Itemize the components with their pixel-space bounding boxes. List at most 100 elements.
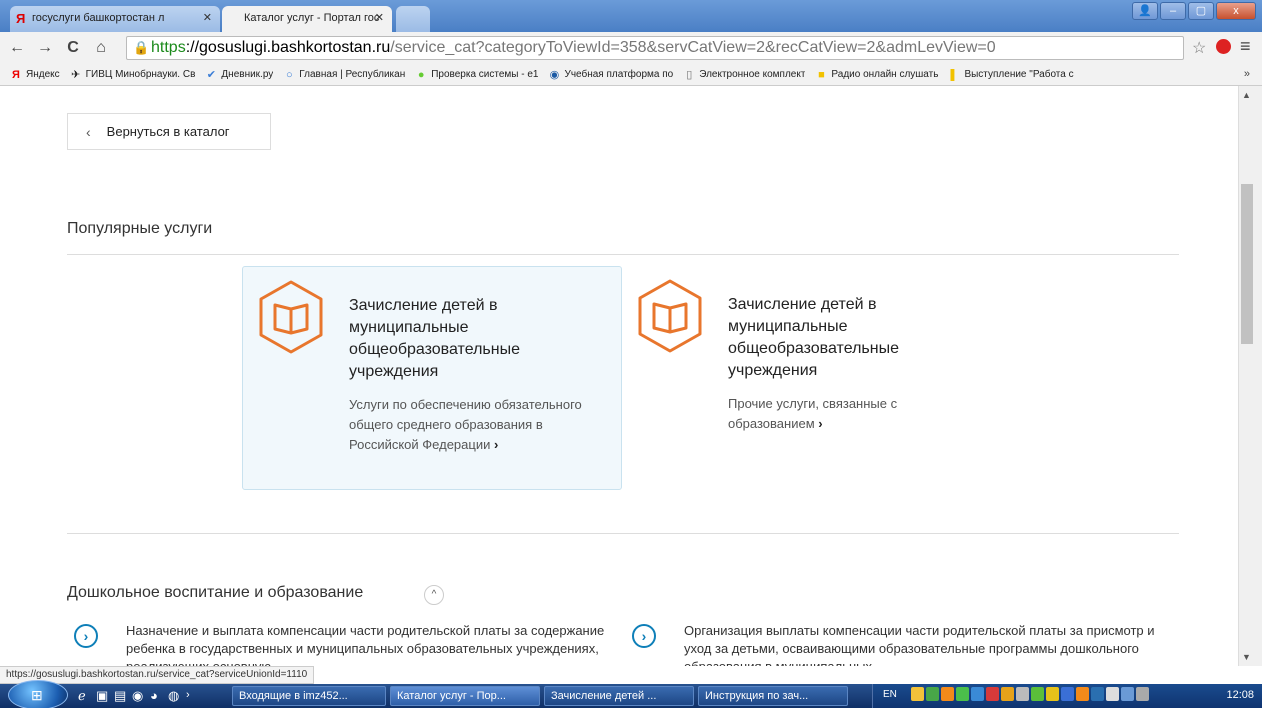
maximize-button[interactable]: ▢ <box>1188 2 1214 20</box>
bookmark-star-icon[interactable]: ☆ <box>1192 38 1206 58</box>
start-button[interactable]: ⊞ <box>8 680 68 708</box>
ie-icon[interactable]: ℯ <box>78 688 86 704</box>
menu-icon[interactable]: ≡ <box>1240 36 1251 57</box>
popular-services-title: Популярные услуги <box>67 220 213 237</box>
mail-icon[interactable] <box>911 687 924 701</box>
tab-gosuslugi[interactable]: Я госуслуги башкортостан л ✕ <box>10 6 220 32</box>
url-path: /service_cat?categoryToViewId=358&servCa… <box>390 39 996 56</box>
tab-label: Каталог услуг - Портал гос <box>244 12 380 24</box>
collapse-chevron-up-icon[interactable]: ^ <box>424 585 444 605</box>
bookmarks-bar: Я Яндекс ✈ ГИВЦ Минобрнауки. Св ✔ Дневник.р… <box>0 64 1262 86</box>
bookmark-item[interactable]: ○ Главная | Республикан <box>283 69 405 81</box>
bookmark-icon: ○ <box>285 68 293 81</box>
tray-app-icon[interactable] <box>971 687 984 701</box>
bookmark-icon: ▌ <box>950 68 959 81</box>
bookmark-item[interactable]: ◉ Учебная платформа по <box>548 68 674 81</box>
service-link[interactable]: Организация выплаты компенсации части ро… <box>684 622 1174 666</box>
tray-app-icon[interactable] <box>1001 687 1014 701</box>
bookmark-item[interactable]: Я Яндекс <box>10 69 60 81</box>
service-card[interactable]: Зачисление детей в муниципальные общеобр… <box>622 266 1002 490</box>
tab-close-icon[interactable]: ✕ <box>375 11 384 24</box>
tray-app-icon[interactable] <box>1061 687 1074 701</box>
close-window-button[interactable]: x <box>1216 2 1256 20</box>
tray-app-icon[interactable] <box>1076 687 1089 701</box>
quicklaunch-more-icon[interactable]: › <box>186 689 190 701</box>
network-icon[interactable] <box>1091 687 1104 701</box>
home-icon[interactable]: ⌂ <box>90 39 112 57</box>
url-host: ://gosuslugi.bashkortostan.ru <box>185 39 391 56</box>
scrollbar-thumb[interactable] <box>1241 184 1253 344</box>
bookmark-icon: ■ <box>818 68 825 81</box>
agent-icon[interactable] <box>926 687 939 701</box>
scroll-up-arrow-icon[interactable]: ▲ <box>1242 90 1251 100</box>
tray-app-icon[interactable] <box>1046 687 1059 701</box>
bookmark-item[interactable]: ▯ Электронное комплект <box>683 68 805 81</box>
service-card[interactable]: Зачисление детей в муниципальные общеобр… <box>242 266 622 490</box>
windows-taskbar: ⊞ ℯ ▣ ▤ ◉ ◕ ◍ › Входящие в imz452... Кат… <box>0 680 1262 708</box>
bookmark-label: Учебная платформа по <box>564 69 674 80</box>
bookmark-label: Проверка системы - е1 <box>431 69 539 80</box>
taskbar-item[interactable]: Зачисление детей ... <box>544 686 694 706</box>
windows-logo-icon: ⊞ <box>31 687 43 703</box>
clock[interactable]: 12:08 <box>1226 689 1254 701</box>
extension-icon[interactable] <box>1216 39 1231 54</box>
book-icon <box>259 280 323 354</box>
bookmark-item[interactable]: ● Проверка системы - е1 <box>415 68 539 81</box>
bookmarks-more-icon[interactable]: » <box>1244 68 1250 80</box>
bookmark-item[interactable]: ✈ ГИВЦ Минобрнауки. Св <box>70 68 195 81</box>
scroll-down-arrow-icon[interactable]: ▼ <box>1242 652 1251 662</box>
bookmark-item[interactable]: ✔ Дневник.ру <box>205 68 274 81</box>
back-arrow-icon[interactable]: ← <box>6 39 28 57</box>
arrow-right-circle-icon: › <box>632 624 656 648</box>
tray-app-icon[interactable] <box>1121 687 1134 701</box>
task-label: Входящие в imz452... <box>239 690 348 702</box>
bookmark-item[interactable]: ▌ Выступление "Работа с <box>948 68 1074 81</box>
tray-app-icon[interactable] <box>1016 687 1029 701</box>
bookmark-label: Главная | Республикан <box>299 69 406 80</box>
tab-close-icon[interactable]: ✕ <box>203 11 212 24</box>
card-title[interactable]: Зачисление детей в муниципальные общеобр… <box>349 295 589 383</box>
card-description[interactable]: Услуги по обеспечению обязательного обще… <box>349 395 599 455</box>
service-link[interactable]: Назначение и выплата компенсации части р… <box>126 622 616 666</box>
reload-icon[interactable]: C <box>62 39 84 57</box>
card-title[interactable]: Зачисление детей в муниципальные общеобр… <box>728 294 968 382</box>
taskbar-item[interactable]: Входящие в imz452... <box>232 686 386 706</box>
divider <box>67 533 1179 534</box>
window-controls: 👤 – ▢ x <box>1132 2 1256 20</box>
card-description[interactable]: Прочие услуги, связанные с образованием … <box>728 394 978 434</box>
language-indicator[interactable]: EN <box>883 689 897 700</box>
back-to-catalog-button[interactable]: ‹ Вернуться в каталог <box>67 113 271 150</box>
taskbar-item[interactable]: Каталог услуг - Пор... <box>390 686 540 706</box>
tray-app-icon[interactable] <box>1136 687 1149 701</box>
bookmark-icon: ✈ <box>71 69 81 81</box>
back-button-label: Вернуться в каталог <box>106 124 230 139</box>
tab-label: госуслуги башкортостан л <box>32 12 165 24</box>
vertical-scrollbar[interactable]: ▲ ▼ <box>1238 86 1262 666</box>
bookmark-label: Электронное комплект <box>699 69 806 80</box>
bookmark-item[interactable]: ■ Радио онлайн слушать <box>815 69 938 81</box>
tab-catalog[interactable]: Каталог услуг - Портал гос ✕ <box>222 6 392 32</box>
volume-icon[interactable] <box>1106 687 1119 701</box>
user-icon[interactable]: 👤 <box>1132 2 1158 20</box>
forward-arrow-icon[interactable]: → <box>34 39 56 57</box>
bookmark-label: Радио онлайн слушать <box>831 69 939 80</box>
bookmark-icon: ▯ <box>686 69 693 81</box>
tray-app-icon[interactable] <box>1031 687 1044 701</box>
tray-app-icon[interactable] <box>986 687 999 701</box>
bookmark-icon: Я <box>12 68 20 81</box>
tray-app-icon[interactable] <box>941 687 954 701</box>
address-bar[interactable]: 🔒 https://gosuslugi.bashkortostan.ru/ser… <box>126 36 1184 60</box>
yandex-browser-icon[interactable]: ◍ <box>168 688 179 704</box>
download-icon[interactable] <box>956 687 969 701</box>
taskbar-item[interactable]: Инструкция по зач... <box>698 686 848 706</box>
chrome-icon[interactable]: ◕ <box>150 688 158 703</box>
chevron-left-icon: ‹ <box>86 123 91 140</box>
bookmark-icon: ● <box>417 68 425 81</box>
new-tab-button[interactable] <box>396 6 430 32</box>
system-tray: EN 12:08 <box>872 684 1262 708</box>
explorer-icon[interactable]: ▤ <box>114 688 126 704</box>
minimize-button[interactable]: – <box>1160 2 1186 20</box>
browser-titlebar: Я госуслуги башкортостан л ✕ Каталог усл… <box>0 0 1262 32</box>
media-icon[interactable]: ◉ <box>132 688 143 704</box>
desktop-icon[interactable]: ▣ <box>96 688 108 704</box>
